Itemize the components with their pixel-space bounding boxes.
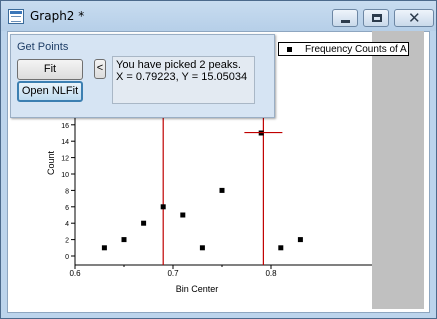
x-tick-label: 0.6	[69, 269, 81, 278]
y-tick-label: 2	[65, 238, 69, 245]
legend-marker	[287, 47, 292, 52]
x-tick-label: 0.7	[167, 269, 179, 278]
data-point	[101, 245, 107, 251]
data-point	[297, 237, 303, 243]
x-axis-label: Bin Center	[176, 284, 219, 294]
data-point	[141, 220, 147, 226]
data-point	[121, 237, 127, 243]
legend[interactable]: Frequency Counts of A	[278, 42, 409, 56]
data-point	[278, 245, 284, 251]
panel-title: Get Points	[17, 41, 69, 53]
status-message-line2: X = 0.79223, Y = 15.05034	[116, 71, 248, 83]
legend-label: Frequency Counts of A	[305, 44, 407, 55]
status-message-box: You have picked 2 peaks. X = 0.79223, Y …	[112, 56, 255, 104]
data-point	[180, 212, 186, 218]
y-axis-label: Count	[46, 151, 56, 176]
get-points-panel: Get Points Fit Open NLFit < You have pic…	[10, 34, 275, 118]
y-tick-label: 6	[65, 205, 69, 212]
y-tick-label: 4	[65, 221, 69, 228]
data-point	[199, 245, 205, 251]
status-message-line1: You have picked 2 peaks.	[116, 59, 241, 71]
data-point	[219, 187, 225, 193]
y-tick-label: 8	[65, 188, 69, 195]
collapse-button[interactable]: <	[94, 59, 106, 79]
y-tick-label: 10	[61, 172, 69, 179]
y-tick-label: 12	[61, 156, 69, 163]
x-tick-label: 0.8	[265, 269, 277, 278]
y-tick-label: 0	[65, 254, 69, 261]
data-point	[160, 204, 166, 210]
y-tick-label: 14	[61, 139, 69, 146]
y-tick-label: 16	[61, 123, 69, 130]
open-nlfit-button[interactable]: Open NLFit	[17, 81, 83, 102]
fit-button[interactable]: Fit	[17, 59, 83, 80]
